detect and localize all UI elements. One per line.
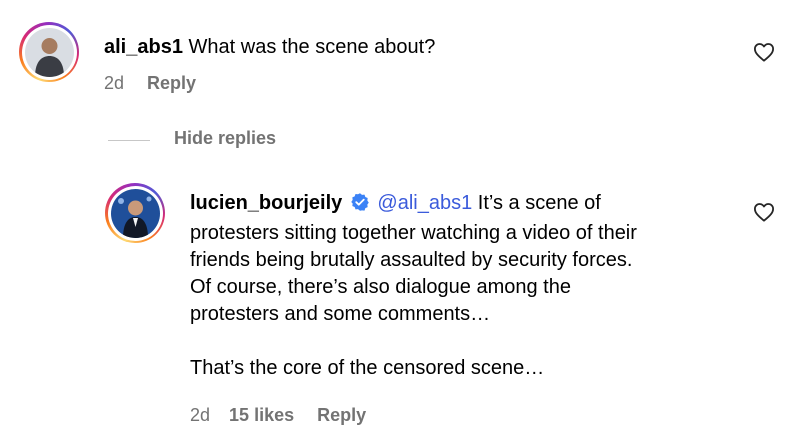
reply-reply-button[interactable]: Reply [317, 405, 366, 425]
comment-text-row: ali_abs1 What was the scene about? [104, 34, 435, 61]
comment-time: 2d [104, 73, 125, 93]
avatar-ring[interactable] [19, 22, 79, 82]
reply-line: That’s the core of the censored scene… [190, 357, 545, 379]
reply-avatar [110, 188, 160, 238]
reply-text-block: lucien_bourjeily @ali_abs1 It’s a scene … [190, 190, 750, 382]
reply-line: friends being brutally assaulted by secu… [190, 249, 633, 271]
reply-username[interactable]: lucien_bourjeily [190, 192, 342, 214]
reply-line: protesters sitting together watching a v… [190, 222, 637, 244]
avatar [24, 27, 74, 77]
reply-meta: 2d 15 likes Reply [190, 405, 366, 426]
comment-username[interactable]: ali_abs1 [104, 36, 183, 58]
reply-mention-link[interactable]: @ali_abs1 [377, 192, 472, 214]
comment-reply-button[interactable]: Reply [147, 73, 196, 93]
comment-text: What was the scene about? [188, 36, 436, 58]
comment-meta: 2d Reply [104, 73, 196, 94]
heart-icon[interactable] [753, 202, 775, 222]
reply-line: protesters and some comments… [190, 303, 491, 325]
verified-badge-icon [350, 192, 370, 220]
reply-line: Of course, there’s also dialogue among t… [190, 276, 571, 298]
replies-divider [108, 140, 150, 141]
reply-avatar-ring[interactable] [105, 183, 165, 243]
reply-likes-count[interactable]: 15 likes [229, 405, 294, 425]
reply-line [190, 328, 750, 355]
reply-time: 2d [190, 405, 211, 425]
reply-first-line: lucien_bourjeily @ali_abs1 It’s a scene … [190, 190, 750, 220]
heart-icon[interactable] [753, 42, 775, 62]
hide-replies-button[interactable]: Hide replies [174, 128, 276, 149]
reply-line-1: It’s a scene of [472, 192, 601, 214]
